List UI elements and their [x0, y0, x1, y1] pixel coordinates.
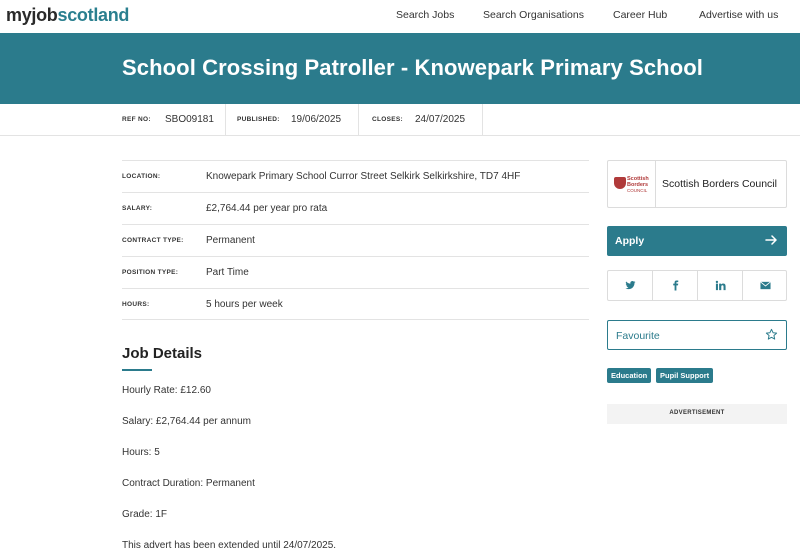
council-crest-icon: [614, 177, 626, 189]
job-ref-bar: REF NO: SBO09181 PUBLISHED: 19/06/2025 C…: [0, 104, 800, 136]
detail-line: Contract Duration: Permanent: [122, 478, 255, 489]
info-label: SALARY:: [122, 205, 153, 212]
info-row-hours: HOURS: 5 hours per week: [122, 288, 589, 320]
twitter-icon: [625, 281, 636, 290]
detail-line: Hours: 5: [122, 447, 160, 458]
detail-line: Hourly Rate: £12.60: [122, 385, 211, 396]
published-cell: PUBLISHED: 19/06/2025: [226, 104, 359, 136]
email-icon: [760, 281, 771, 290]
tag-education[interactable]: Education: [607, 368, 652, 383]
arrow-right-icon: [765, 235, 777, 245]
info-value: Part Time: [206, 267, 249, 278]
share-linkedin-button[interactable]: [698, 271, 743, 300]
closes-cell: CLOSES: 24/07/2025: [359, 104, 483, 136]
apply-label: Apply: [615, 235, 645, 247]
info-row-salary: SALARY: £2,764.44 per year pro rata: [122, 192, 589, 224]
info-label: HOURS:: [122, 301, 150, 308]
nav-career-hub[interactable]: Career Hub: [613, 9, 667, 21]
info-label: LOCATION:: [122, 173, 161, 180]
share-facebook-button[interactable]: [653, 271, 698, 300]
info-row-contract-type: CONTRACT TYPE: Permanent: [122, 224, 589, 256]
share-email-button[interactable]: [743, 271, 788, 300]
logo-text-line: COUNCIL: [627, 188, 648, 193]
nav-advertise[interactable]: Advertise with us: [699, 9, 778, 21]
job-info-table: LOCATION: Knowepark Primary School Curro…: [122, 160, 589, 320]
info-value: 5 hours per week: [206, 299, 283, 310]
nav-search-jobs[interactable]: Search Jobs: [396, 9, 454, 21]
info-row-location: LOCATION: Knowepark Primary School Curro…: [122, 160, 589, 192]
published-label: PUBLISHED:: [237, 116, 280, 123]
job-title: School Crossing Patroller - Knowepark Pr…: [122, 55, 704, 80]
star-icon: [765, 328, 778, 340]
info-row-position-type: POSITION TYPE: Part Time: [122, 256, 589, 288]
detail-line: This advert has been extended until 24/0…: [122, 540, 337, 551]
advertisement-box: ADVERTISEMENT: [607, 404, 787, 424]
detail-line: Grade: 1F: [122, 509, 168, 520]
closes-label: CLOSES:: [372, 116, 403, 123]
closes-value: 24/07/2025: [415, 114, 466, 125]
facebook-icon: [673, 280, 679, 291]
advertisement-label: ADVERTISEMENT: [669, 410, 725, 416]
job-header-banner: School Crossing Patroller - Knowepark Pr…: [0, 33, 800, 104]
share-bar: [607, 270, 787, 301]
favourite-button[interactable]: Favourite: [607, 320, 787, 350]
tag-pupil-support[interactable]: Pupil Support: [656, 368, 714, 383]
employer-logo: Scottish Borders COUNCIL: [608, 161, 656, 207]
site-logo[interactable]: myjobscotland: [6, 5, 129, 26]
job-details-heading: Job Details: [122, 345, 203, 362]
info-value: £2,764.44 per year pro rata: [206, 203, 328, 214]
info-value: Knowepark Primary School Curror Street S…: [206, 171, 521, 182]
nav-search-organisations[interactable]: Search Organisations: [483, 9, 584, 21]
info-label: POSITION TYPE:: [122, 269, 179, 276]
detail-line: Salary: £2,764.44 per annum: [122, 416, 251, 427]
employer-card[interactable]: Scottish Borders COUNCIL Scottish Border…: [607, 160, 787, 208]
info-value: Permanent: [206, 235, 255, 246]
favourite-label: Favourite: [616, 330, 660, 342]
share-twitter-button[interactable]: [608, 271, 653, 300]
top-nav: myjobscotland Search Jobs Search Organis…: [0, 0, 800, 33]
employer-name[interactable]: Scottish Borders Council: [662, 178, 777, 190]
info-label: CONTRACT TYPE:: [122, 237, 184, 244]
ref-no-value: SBO09181: [165, 114, 214, 125]
ref-no-cell: REF NO: SBO09181: [110, 104, 226, 136]
published-value: 19/06/2025: [291, 114, 342, 125]
ref-no-label: REF NO:: [122, 116, 151, 123]
logo-text-myjob: myjob: [6, 5, 58, 25]
linkedin-icon: [715, 280, 726, 291]
apply-button[interactable]: Apply: [607, 226, 787, 256]
logo-text-scotland: scotland: [57, 5, 130, 25]
heading-underline: [122, 369, 152, 371]
